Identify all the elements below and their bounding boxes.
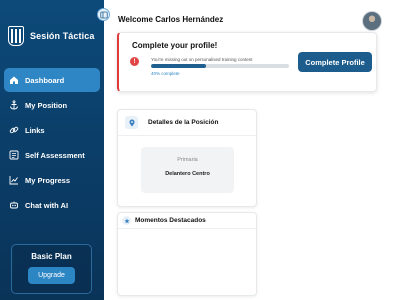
avatar[interactable]: [362, 11, 382, 31]
anchor-icon: [9, 100, 19, 110]
plan-title: Basic Plan: [31, 252, 72, 261]
home-icon: [9, 75, 19, 85]
position-card-title: Detalles de la Posición: [148, 119, 219, 126]
sidebar-item-self-assessment[interactable]: Self Assessment: [4, 143, 100, 167]
sidebar-item-my-progress[interactable]: My Progress: [4, 168, 100, 192]
sidebar-item-label: Links: [25, 125, 45, 135]
position-card-header: Detalles de la Posición: [118, 110, 256, 136]
complete-profile-button[interactable]: Complete Profile: [298, 52, 372, 72]
link-icon: [9, 125, 19, 135]
sidebar-item-dashboard[interactable]: Dashboard: [4, 68, 100, 92]
shield-stripes-icon: [8, 26, 24, 46]
plan-box: Basic Plan Upgrade: [11, 244, 92, 294]
complete-profile-card: Complete your profile! ! You're missing …: [117, 32, 377, 92]
profile-progress-bar: [151, 64, 289, 68]
highlights-card-title: Momentos Destacados: [135, 217, 206, 224]
position-value: Delantero Centro: [165, 171, 210, 177]
profile-progress-label: 40% complete: [151, 71, 180, 76]
position-label: Primaria: [177, 157, 198, 163]
chart-line-icon: [9, 175, 19, 185]
profile-card-message: You're missing out on personalised train…: [151, 57, 253, 62]
robot-icon: [9, 200, 19, 210]
sidebar-toggle-button[interactable]: [97, 8, 110, 21]
sidebar-nav: Dashboard My Position Links Self Assessm…: [4, 68, 100, 218]
sidebar-item-chat-with-ai[interactable]: Chat with AI: [4, 193, 100, 217]
sidebar-item-label: My Progress: [25, 175, 71, 185]
location-pin-icon: [125, 116, 138, 129]
sidebar-item-my-position[interactable]: My Position: [4, 93, 100, 117]
highlights-card: Momentos Destacados: [117, 212, 257, 296]
sidebar: Sesión Táctica Dashboard My Position Lin…: [0, 0, 104, 300]
sidebar-toggle-icon: [99, 11, 108, 18]
sidebar-item-label: Dashboard: [25, 75, 65, 85]
star-icon: [122, 216, 131, 225]
brand[interactable]: Sesión Táctica: [8, 26, 94, 46]
checklist-icon: [9, 150, 19, 160]
upgrade-button[interactable]: Upgrade: [28, 267, 75, 284]
welcome-heading: Welcome Carlos Hernández: [118, 15, 224, 24]
sidebar-item-label: Chat with AI: [25, 200, 69, 210]
profile-progress-fill: [151, 64, 207, 68]
highlights-card-header: Momentos Destacados: [118, 213, 256, 229]
profile-card-title: Complete your profile!: [132, 41, 218, 50]
sidebar-item-label: Self Assessment: [25, 150, 85, 160]
sidebar-item-links[interactable]: Links: [4, 118, 100, 142]
sidebar-item-label: My Position: [25, 100, 68, 110]
brand-name: Sesión Táctica: [30, 31, 95, 41]
position-details-card: Detalles de la Posición Primaria Delante…: [117, 109, 257, 207]
alert-icon: !: [130, 57, 139, 66]
position-box: Primaria Delantero Centro: [141, 147, 234, 193]
